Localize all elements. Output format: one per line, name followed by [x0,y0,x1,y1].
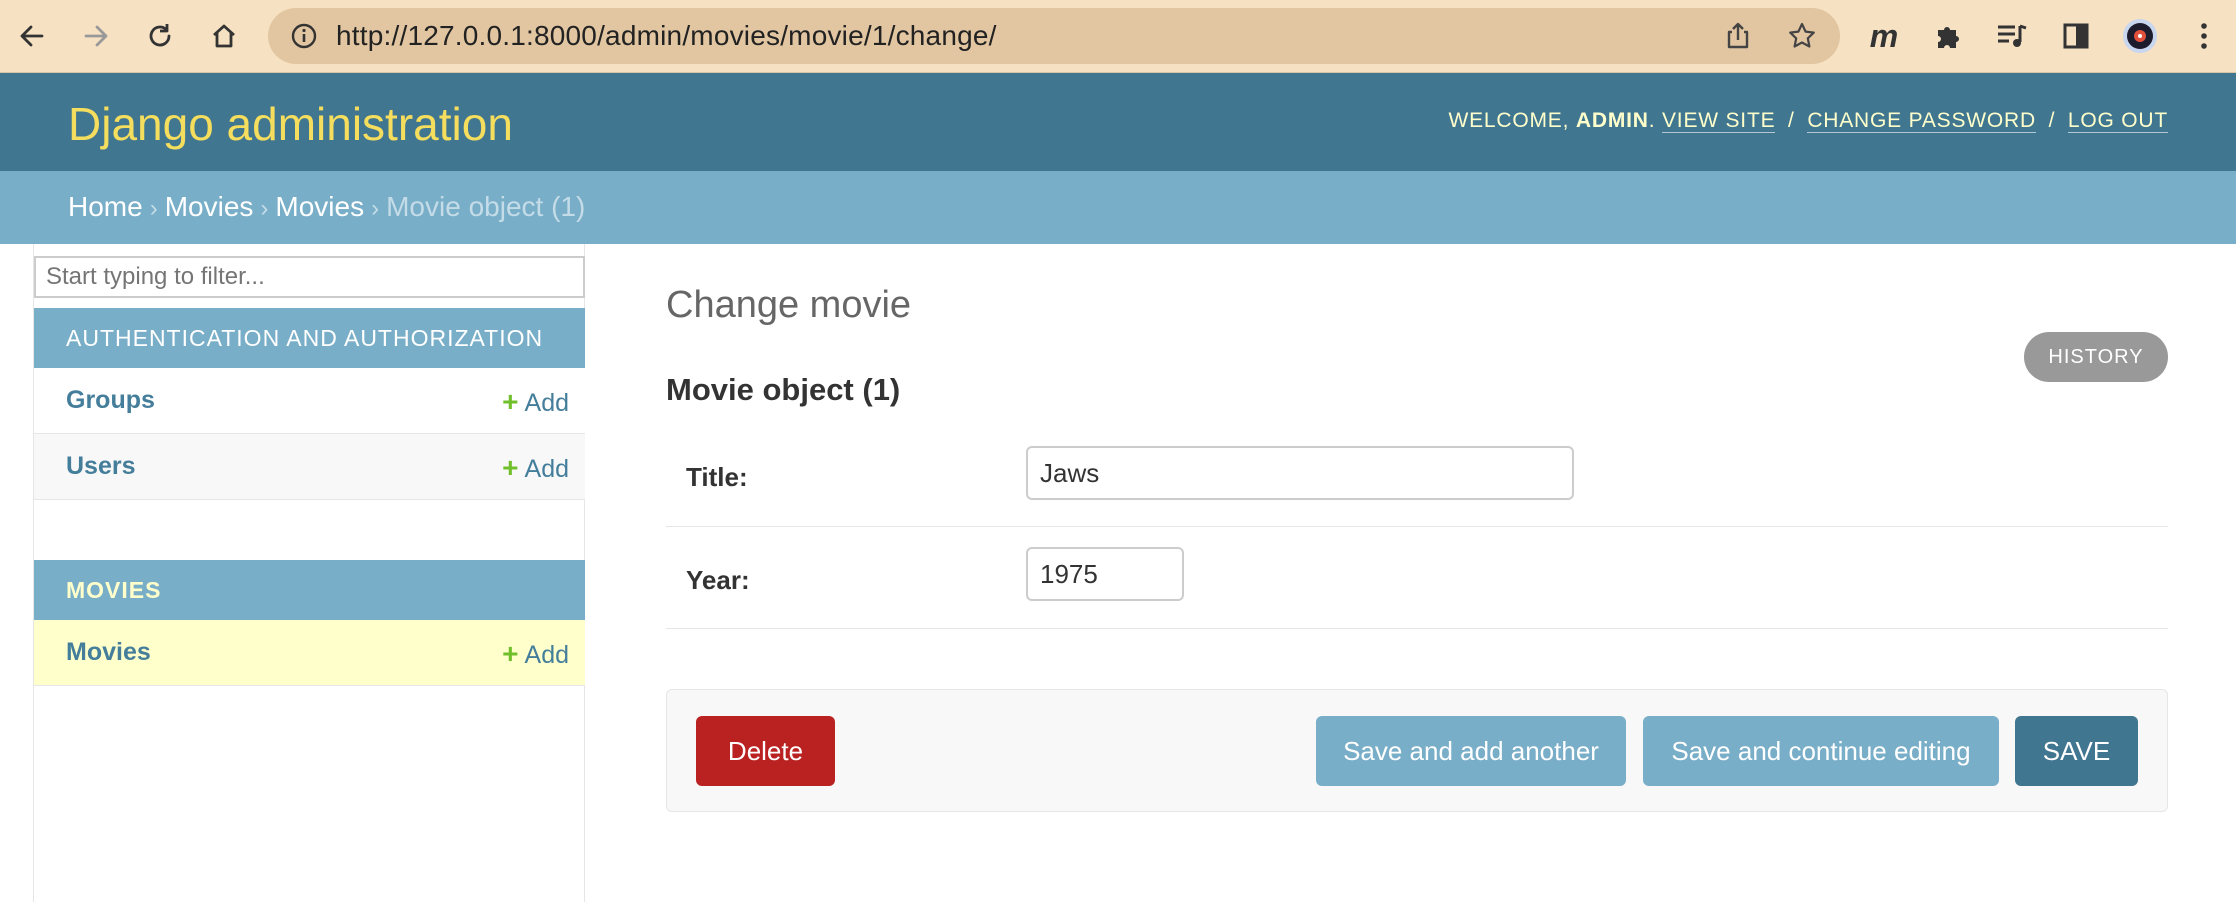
username: ADMIN [1575,109,1649,132]
save-continue-button[interactable]: Save and continue editing [1643,716,1999,786]
add-label: Add [524,641,569,669]
form-row-title: Title: [666,426,2168,527]
breadcrumb-home[interactable]: Home [68,191,143,222]
back-icon[interactable] [10,14,54,58]
breadcrumb-separator: › [260,195,269,222]
breadcrumb-app[interactable]: Movies [165,191,254,222]
module-caption-movies[interactable]: MOVIES [34,560,585,620]
breadcrumb: Home › Movies › Movies › Movie object (1) [0,171,2236,244]
profile-icon[interactable] [2118,14,2162,58]
m-extension-icon[interactable]: m [1862,14,1906,58]
add-label: Add [524,455,569,483]
add-movies-link[interactable]: + Add [502,638,569,670]
address-bar[interactable]: http://127.0.0.1:8000/admin/movies/movie… [268,8,1840,64]
sidebar-item-movies: Movies + Add [34,620,585,686]
breadcrumb-current: Movie object (1) [386,191,586,222]
welcome-period: . [1648,109,1656,132]
puzzle-icon[interactable] [1926,14,1970,58]
reload-icon[interactable] [138,14,182,58]
module-caption-auth[interactable]: AUTHENTICATION AND AUTHORIZATION [34,308,585,368]
breadcrumb-model[interactable]: Movies [275,191,364,222]
menu-icon[interactable] [2182,14,2226,58]
form-row-year: Year: [666,527,2168,629]
share-icon[interactable] [1722,20,1754,52]
change-password-link[interactable]: CHANGE PASSWORD [1807,109,2036,133]
year-input[interactable] [1026,547,1184,601]
object-heading: Movie object (1) [666,372,901,407]
model-link-groups[interactable]: Groups [66,386,155,415]
sidepanel-icon[interactable] [2054,14,2098,58]
nav-filter-input[interactable] [34,256,585,298]
nav-sidebar: AUTHENTICATION AND AUTHORIZATION Groups … [33,244,585,902]
site-branding[interactable]: Django administration [68,97,513,151]
submit-row: Delete Save and add another Save and con… [666,689,2168,812]
model-link-movies[interactable]: Movies [66,638,151,667]
save-button[interactable]: SAVE [2015,716,2138,786]
breadcrumb-separator: › [371,195,380,222]
info-icon[interactable] [290,22,318,50]
year-label: Year: [686,565,750,595]
delete-button[interactable]: Delete [696,716,835,786]
add-plus-icon: + [502,386,519,417]
history-button[interactable]: HISTORY [2024,332,2168,382]
separator: / [2048,109,2056,132]
sidebar-item-users: Users + Add [34,434,585,500]
sidebar-item-groups: Groups + Add [34,368,585,434]
forward-icon[interactable] [74,14,118,58]
page-title: Change movie [666,284,912,326]
user-tools: WELCOME, ADMIN. VIEW SITE / CHANGE PASSW… [1448,109,2168,133]
star-icon[interactable] [1786,20,1818,52]
save-add-another-button[interactable]: Save and add another [1316,716,1626,786]
add-users-link[interactable]: + Add [502,452,569,484]
add-label: Add [524,389,569,417]
home-icon[interactable] [202,14,246,58]
model-link-users[interactable]: Users [66,452,136,481]
title-input[interactable] [1026,446,1574,500]
add-groups-link[interactable]: + Add [502,386,569,418]
add-plus-icon: + [502,638,519,669]
admin-header: Django administration WELCOME, ADMIN. VI… [0,73,2236,171]
browser-toolbar: http://127.0.0.1:8000/admin/movies/movie… [0,0,2236,73]
add-plus-icon: + [502,452,519,483]
log-out-link[interactable]: LOG OUT [2067,109,2168,133]
separator: / [1788,109,1795,132]
media-icon[interactable] [1990,14,2034,58]
welcome-text: WELCOME, [1448,109,1570,132]
breadcrumb-separator: › [149,195,158,222]
view-site-link[interactable]: VIEW SITE [1662,109,1776,133]
title-label: Title: [686,462,748,492]
url-text[interactable]: http://127.0.0.1:8000/admin/movies/movie… [336,22,997,50]
